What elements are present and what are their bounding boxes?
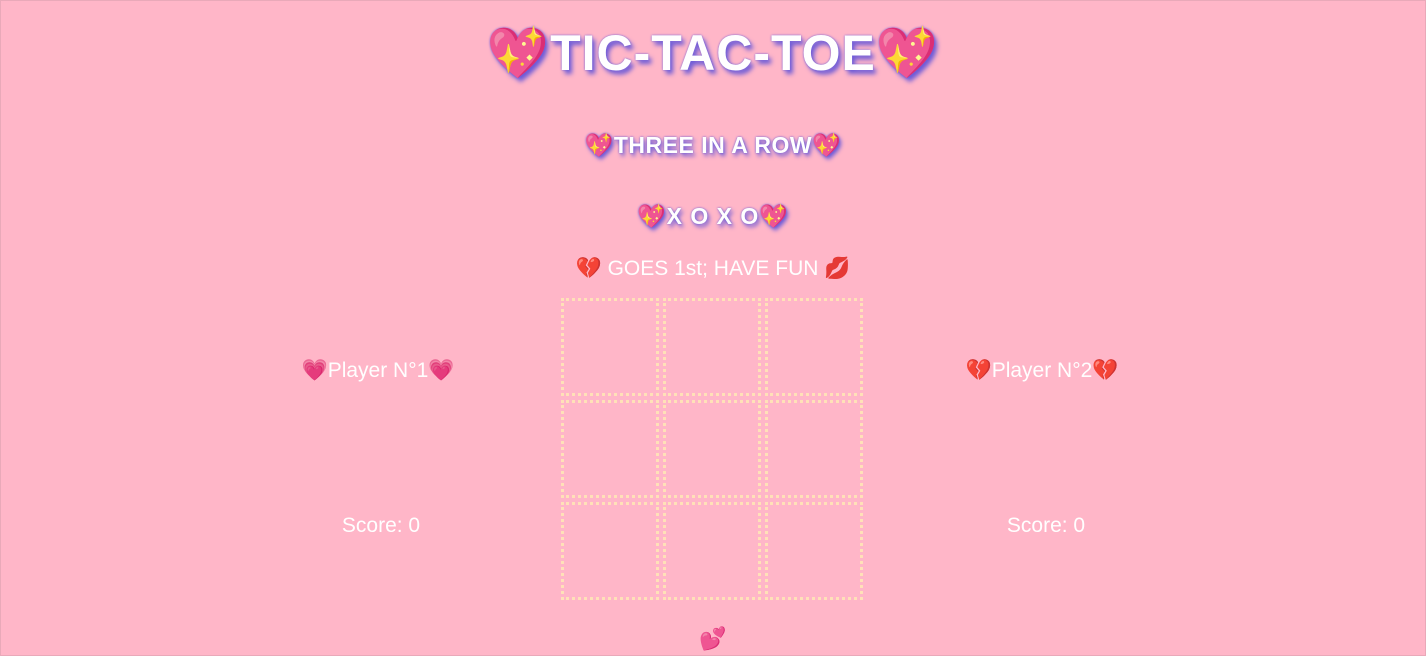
board-cell-1[interactable] <box>561 298 659 396</box>
player-1-name: 💗Player N°1💗 <box>301 359 455 382</box>
player-2-name: 💔Player N°2💔 <box>965 359 1119 382</box>
turn-status: 💔 GOES 1st; HAVE FUN 💋 <box>575 257 851 280</box>
board-cell-5[interactable] <box>663 400 761 498</box>
page-subtitle: 💖THREE IN A ROW💖 <box>584 132 842 158</box>
board-cell-8[interactable] <box>663 502 761 600</box>
player-1-score: Score: 0 <box>341 514 421 537</box>
page-title: 💖TIC-TAC-TOE💖 <box>486 25 940 81</box>
board-cell-4[interactable] <box>561 400 659 498</box>
two-hearts-icon: 💕 <box>699 626 727 651</box>
board-cell-7[interactable] <box>561 502 659 600</box>
board-cell-9[interactable] <box>765 502 863 600</box>
player-2-score: Score: 0 <box>1006 514 1086 537</box>
board-cell-2[interactable] <box>663 298 761 396</box>
board-cell-6[interactable] <box>765 400 863 498</box>
xoxo-tagline: 💖X O X O💖 <box>637 203 789 229</box>
board-cell-3[interactable] <box>765 298 863 396</box>
game-board <box>561 298 867 604</box>
